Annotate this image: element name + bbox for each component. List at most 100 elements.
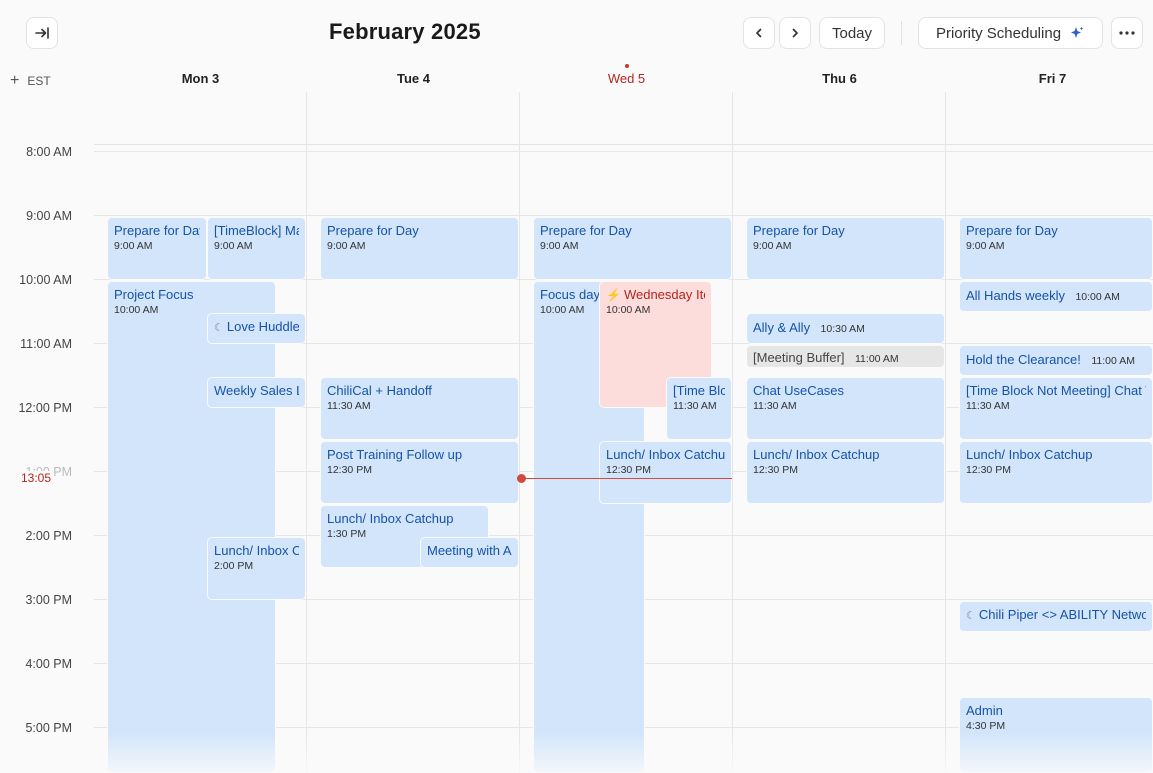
event-title: [TimeBlock] Ma (214, 223, 299, 238)
moon-icon: ☾ (966, 610, 976, 622)
current-time-label: 13:05 (21, 471, 54, 485)
event-time: 9:00 AM (966, 240, 1005, 252)
event-card[interactable]: [Time Block Not Meeting] Chat W 11:30 AM (959, 377, 1153, 440)
collapse-sidebar-button[interactable] (26, 17, 58, 49)
hour-label: 11:00 AM (20, 337, 72, 351)
event-time: 9:00 AM (214, 240, 253, 252)
event-card[interactable]: ☾ Love Huddle (207, 313, 306, 344)
event-time: 2:00 PM (214, 560, 254, 572)
event-title: Post Training Follow up (327, 447, 463, 462)
hour-label: 10:00 AM (19, 273, 72, 287)
hour-label: 2:00 PM (25, 529, 72, 543)
column-divider (519, 92, 520, 773)
event-time: 12:30 PM (327, 464, 372, 476)
event-title: [Meeting Buffer] (753, 350, 845, 365)
event-title: Prepare for Day (114, 223, 200, 238)
event-card[interactable]: ChiliCal + Handoff 11:30 AM (320, 377, 519, 440)
event-card[interactable]: All Hands weekly 10:00 AM (959, 281, 1153, 312)
day-header-tue[interactable]: Tue 4 (307, 71, 520, 86)
event-card[interactable]: Prepare for Day 9:00 AM (320, 217, 519, 280)
event-card[interactable]: Prepare for Day 9:00 AM (746, 217, 945, 280)
more-icon (1119, 31, 1135, 35)
previous-week-button[interactable] (743, 17, 775, 49)
hour-label: 4:00 PM (25, 657, 72, 671)
page-title: February 2025 (329, 19, 481, 44)
timezone-selector[interactable]: + EST (10, 72, 51, 90)
event-title: Lunch/ Inbox Catchup (753, 447, 880, 462)
event-time: 9:00 AM (327, 240, 366, 252)
event-time: 9:00 AM (540, 240, 579, 252)
event-card[interactable]: Lunch/ Inbox Catchup 12:30 PM (746, 441, 945, 504)
event-card[interactable]: [Time Blc 11:30 AM (666, 377, 732, 440)
event-card[interactable]: Chat UseCases 11:30 AM (746, 377, 945, 440)
day-header-thu[interactable]: Thu 6 (733, 71, 946, 86)
event-card[interactable]: [TimeBlock] Ma 9:00 AM (207, 217, 306, 280)
event-card[interactable]: Lunch/ Inbox C 2:00 PM (207, 537, 306, 600)
event-card[interactable]: Meeting with A (420, 537, 519, 568)
event-card[interactable]: Ally & Ally 10:30 AM (746, 313, 945, 344)
event-card[interactable]: [Meeting Buffer] 11:00 AM (746, 345, 945, 368)
event-time: 11:30 AM (327, 400, 371, 412)
day-header-mon[interactable]: Mon 3 (94, 71, 307, 86)
event-title: ChiliCal + Handoff (327, 383, 432, 398)
hour-label: 8:00 AM (26, 145, 72, 159)
hour-line (94, 215, 1153, 216)
event-title: [Time Block Not Meeting] Chat W (966, 383, 1146, 398)
hour-label: 5:00 PM (25, 721, 72, 735)
event-time: 11:30 AM (673, 400, 717, 412)
today-indicator-dot (625, 64, 629, 68)
event-card[interactable]: Post Training Follow up 12:30 PM (320, 441, 519, 504)
timezone-label: EST (27, 74, 51, 88)
event-card[interactable]: Hold the Clearance! 11:00 AM (959, 345, 1153, 376)
all-day-divider (94, 144, 1153, 145)
event-title: Prepare for Day (327, 223, 419, 238)
next-week-button[interactable] (779, 17, 811, 49)
event-time: 10:30 AM (820, 323, 865, 335)
event-title: Meeting with A (427, 543, 512, 558)
event-time: 11:00 AM (1091, 355, 1135, 367)
today-button[interactable]: Today (819, 17, 885, 49)
event-card[interactable]: Lunch/ Inbox Catchu 12:30 PM (599, 441, 732, 504)
chevron-left-icon (756, 28, 762, 38)
chevron-right-icon (792, 28, 798, 38)
event-card[interactable]: ☾ Chili Piper <> ABILITY Networ (959, 601, 1153, 632)
event-title: All Hands weekly (966, 288, 1065, 303)
event-card[interactable]: Project Focus 10:00 AM (107, 281, 276, 773)
day-header-wed[interactable]: Wed 5 (520, 71, 733, 86)
hour-line (94, 151, 1153, 152)
current-time-dot (517, 474, 526, 483)
event-card[interactable]: Admin 4:30 PM (959, 697, 1153, 773)
event-time: 10:00 AM (1075, 291, 1120, 303)
event-time: 9:00 AM (114, 240, 153, 252)
event-title: Prepare for Day (540, 223, 632, 238)
event-card[interactable]: Prepare for Day 9:00 AM (107, 217, 207, 280)
more-options-button[interactable] (1111, 17, 1143, 49)
day-header-fri[interactable]: Fri 7 (946, 71, 1153, 86)
column-divider (732, 92, 733, 773)
event-card[interactable]: Weekly Sales L (207, 377, 306, 408)
hour-label: 9:00 AM (26, 209, 72, 223)
event-card[interactable]: Prepare for Day 9:00 AM (959, 217, 1153, 280)
event-title: Love Huddle (226, 319, 299, 334)
event-title: Lunch/ Inbox C (214, 543, 299, 558)
hour-label: 3:00 PM (25, 593, 72, 607)
column-divider (945, 92, 946, 773)
collapse-icon (35, 27, 49, 39)
event-title: Project Focus (114, 287, 194, 302)
moon-icon: ☾ (214, 322, 224, 334)
priority-scheduling-button[interactable]: Priority Scheduling (918, 17, 1103, 49)
event-time: 4:30 PM (966, 720, 1006, 732)
event-card[interactable]: Lunch/ Inbox Catchup 12:30 PM (959, 441, 1153, 504)
bolt-icon: ⚡ (606, 288, 621, 302)
event-time: 10:00 AM (606, 304, 651, 316)
event-title: Ally & Ally (753, 320, 811, 335)
event-time: 12:30 PM (606, 464, 651, 476)
top-bar: February 2025 Today Priority Scheduling (0, 0, 1153, 64)
event-time: 11:00 AM (855, 353, 899, 365)
event-card[interactable]: Prepare for Day 9:00 AM (533, 217, 732, 280)
event-time: 12:30 PM (753, 464, 798, 476)
event-title: Prepare for Day (966, 223, 1058, 238)
event-time: 12:30 PM (966, 464, 1011, 476)
sparkle-icon (1071, 26, 1084, 38)
event-title: Weekly Sales L (214, 383, 299, 398)
